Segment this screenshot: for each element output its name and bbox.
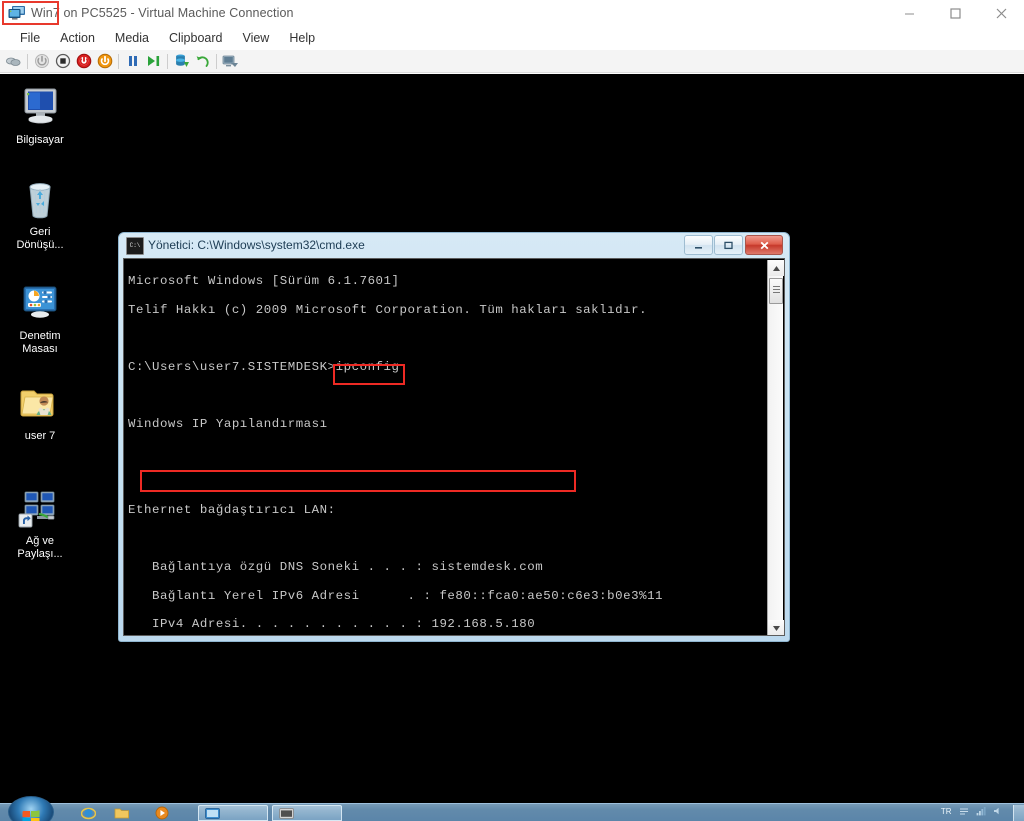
user-folder-icon — [17, 390, 63, 429]
revert-icon[interactable] — [192, 51, 213, 72]
console-line-command: C:\Users\user7.SISTEMDESK>ipconfig — [128, 360, 400, 375]
toolbar-separator — [27, 53, 28, 69]
taskbar-window-cmd[interactable] — [272, 805, 342, 821]
console-line-blank — [128, 331, 758, 345]
host-title-bar: Win7 on PC5525 - Virtual Machine Connect… — [0, 0, 1024, 28]
menu-item-action[interactable]: Action — [50, 28, 105, 49]
scroll-thumb[interactable] — [769, 278, 783, 304]
system-tray: TR — [941, 806, 1020, 816]
internet-explorer-icon[interactable] — [76, 805, 102, 821]
computer-icon — [17, 88, 63, 133]
cmd-maximize-button[interactable] — [714, 235, 743, 255]
scroll-grip-icon — [773, 286, 780, 296]
close-icon[interactable] — [978, 0, 1024, 27]
minimize-icon[interactable] — [886, 0, 932, 27]
control-panel-icon — [17, 286, 63, 329]
show-desktop-button[interactable] — [1013, 805, 1024, 821]
start-icon[interactable] — [94, 51, 115, 72]
windows-flag-icon — [22, 810, 40, 821]
menu-item-view[interactable]: View — [232, 28, 279, 49]
console-line-blank — [128, 446, 758, 460]
desktop-icon-network-sharing[interactable]: Ağ ve Paylaşı... — [2, 487, 78, 561]
taskbar-window-explorer[interactable] — [198, 805, 268, 821]
console-line-ipv4: IPv4 Adresi. . . . . . . . . . . : 192.1… — [128, 617, 536, 632]
cmd-title-bar[interactable]: C:\ Yönetici: C:\Windows\system32\cmd.ex… — [118, 232, 790, 258]
desktop-icon-label: user 7 — [24, 430, 56, 442]
tray-network-icon[interactable] — [976, 806, 986, 816]
menu-item-file[interactable]: File — [10, 28, 50, 49]
network-sharing-icon — [17, 491, 63, 534]
tray-language-indicator[interactable]: TR — [941, 807, 952, 816]
console-line: Bağlantı Yerel IPv6 Adresi . : fe80::fca… — [128, 588, 664, 603]
recycle-bin-icon — [17, 183, 63, 225]
console-line: Telif Hakkı (c) 2009 Microsoft Corporati… — [128, 302, 648, 317]
cmd-console-text: Microsoft Windows [Sürüm 6.1.7601] Telif… — [128, 260, 758, 635]
menu-item-media[interactable]: Media — [105, 28, 159, 49]
cmd-icon: C:\ — [126, 237, 144, 255]
resume-icon[interactable] — [143, 51, 164, 72]
cmd-title-text: Yönetici: C:\Windows\system32\cmd.exe — [148, 238, 365, 252]
desktop-icon-user-folder[interactable]: user 7 — [2, 382, 78, 443]
desktop-icon-label: Geri Dönüşü... — [16, 226, 64, 251]
cmd-console-area[interactable]: Microsoft Windows [Sürüm 6.1.7601] Telif… — [123, 258, 785, 636]
desktop-icon-label: Ağ ve Paylaşı... — [17, 535, 63, 560]
cmd-window: C:\ Yönetici: C:\Windows\system32\cmd.ex… — [118, 232, 790, 642]
guest-desktop: Bilgisayar Geri Dönüşü... Denetim Masası… — [0, 74, 1024, 821]
menu-item-clipboard[interactable]: Clipboard — [159, 28, 233, 49]
desktop-icon-recycle-bin[interactable]: Geri Dönüşü... — [2, 178, 78, 252]
console-line-blank — [128, 389, 758, 403]
host-menu-bar: File Action Media Clipboard View Help — [0, 27, 1024, 50]
cmd-close-button[interactable] — [745, 235, 783, 255]
turn-off-icon[interactable] — [52, 51, 73, 72]
checkpoint-icon[interactable] — [171, 51, 192, 72]
scroll-up-icon[interactable] — [768, 260, 784, 276]
toolbar-separator — [118, 53, 119, 69]
windows-explorer-icon[interactable] — [110, 805, 136, 821]
reset-icon[interactable] — [73, 51, 94, 72]
console-line-blank — [128, 474, 758, 488]
desktop-icon-label: Denetim Masası — [19, 330, 61, 355]
host-title-text: Win7 on PC5525 - Virtual Machine Connect… — [31, 6, 294, 20]
scroll-down-icon[interactable] — [768, 620, 784, 635]
vm-connection-window: Win7 on PC5525 - Virtual Machine Connect… — [0, 0, 1024, 821]
console-line: Ethernet bağdaştırıcı LAN: — [128, 503, 336, 518]
guest-taskbar: TR — [0, 796, 1024, 821]
console-line: Windows IP Yapılandırması — [128, 417, 328, 432]
cmd-scrollbar[interactable] — [767, 260, 784, 635]
pause-icon[interactable] — [122, 51, 143, 72]
shutdown-icon[interactable] — [31, 51, 52, 72]
host-toolbar — [0, 50, 1024, 73]
toolbar-separator — [216, 53, 217, 69]
vm-connection-icon — [8, 5, 26, 21]
console-line: Bağlantıya özgü DNS Soneki . . . : siste… — [128, 560, 544, 575]
console-line-blank — [128, 532, 758, 546]
ctrl-alt-delete-icon[interactable] — [3, 51, 24, 72]
tray-volume-icon[interactable] — [993, 806, 1003, 816]
tray-action-center-icon[interactable] — [959, 806, 969, 816]
host-window-controls — [886, 0, 1024, 27]
enhanced-session-icon[interactable] — [220, 51, 241, 72]
console-line: Microsoft Windows [Sürüm 6.1.7601] — [128, 274, 400, 289]
menu-item-help[interactable]: Help — [279, 28, 325, 49]
maximize-icon[interactable] — [932, 0, 978, 27]
media-player-icon[interactable] — [150, 805, 176, 821]
desktop-icon-control-panel[interactable]: Denetim Masası — [2, 282, 78, 356]
desktop-icon-computer[interactable]: Bilgisayar — [2, 86, 78, 147]
start-orb-icon[interactable] — [8, 796, 54, 821]
cmd-minimize-button[interactable] — [684, 235, 713, 255]
desktop-icon-label: Bilgisayar — [16, 134, 64, 146]
toolbar-separator — [167, 53, 168, 69]
